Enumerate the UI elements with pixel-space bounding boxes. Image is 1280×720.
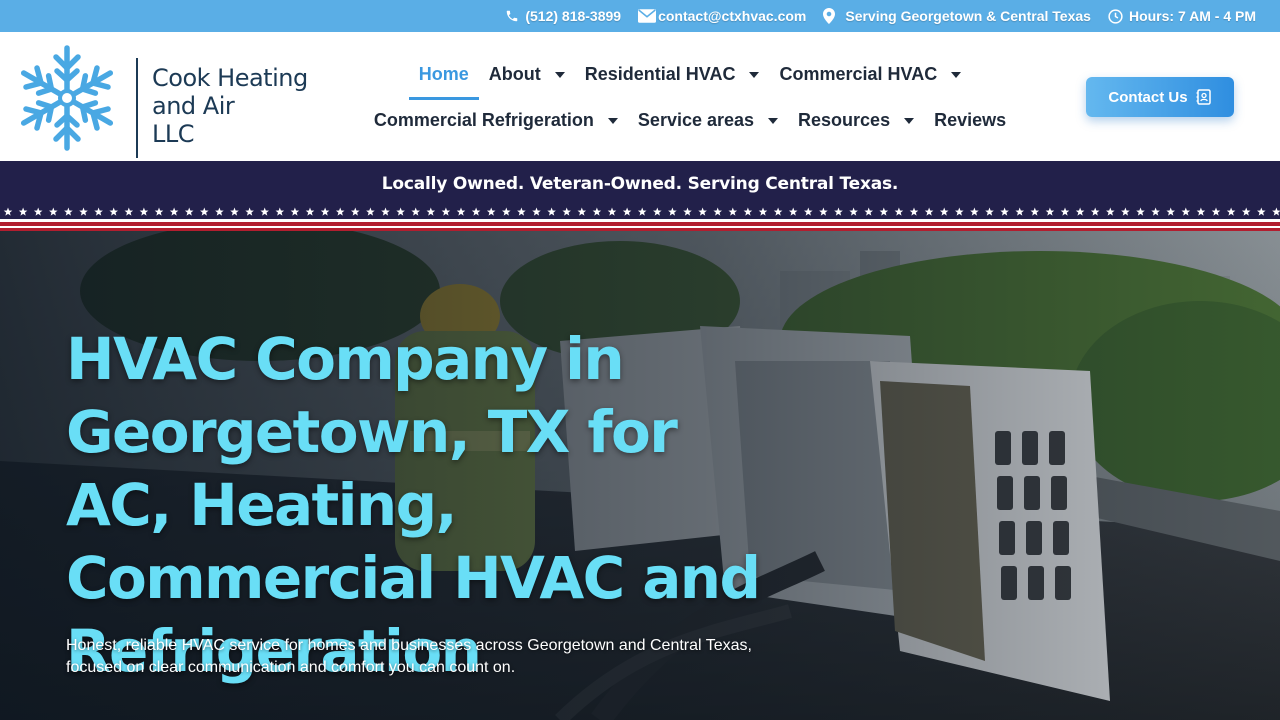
nav-row-2: Commercial Refrigeration Service areas R…	[330, 102, 1050, 139]
main-nav: Home About Residential HVAC Commercial H…	[330, 32, 1050, 161]
nav-item-label: About	[488, 64, 541, 84]
nav-item-commercial-refrigeration[interactable]: Commercial Refrigeration	[364, 102, 628, 139]
chevron-down-icon	[554, 71, 565, 78]
clock-icon	[1108, 8, 1123, 24]
logo-divider	[136, 58, 138, 158]
hours-text: Hours: 7 AM - 4 PM	[1128, 8, 1256, 24]
phone-icon	[507, 10, 518, 22]
banner-text: Locally Owned. Veteran-Owned. Serving Ce…	[381, 174, 899, 194]
nav-item-commercial-hvac[interactable]: Commercial HVAC	[769, 56, 971, 93]
logo-line-2: and Air	[152, 92, 235, 120]
logo-wordmark: Cook Heating and Air LLC	[152, 64, 308, 148]
site-header: Cook Heating and Air LLC Home About Resi…	[0, 32, 1280, 161]
stars-row	[3, 207, 1280, 216]
chevron-down-icon	[951, 71, 962, 78]
nav-row-1: Home About Residential HVAC Commercial H…	[330, 56, 1050, 100]
nav-item-resources[interactable]: Resources	[788, 102, 924, 139]
hours-item: Hours: 7 AM - 4 PM	[1108, 8, 1256, 24]
nav-item-label: Home	[418, 64, 469, 84]
nav-item-label: Commercial Refrigeration	[373, 110, 594, 130]
email-link[interactable]: contact@ctxhvac.com	[638, 8, 806, 24]
hero-subtitle: Honest, reliable HVAC service for homes …	[66, 637, 752, 676]
hero-title: HVAC Company in Georgetown, TX for AC, H…	[66, 325, 761, 685]
chevron-down-icon	[768, 117, 779, 124]
top-info-bar: (512) 818-3899 contact@ctxhvac.com Servi…	[0, 0, 1280, 32]
contact-us-label: Contact Us	[1108, 88, 1188, 106]
chevron-down-icon	[607, 117, 618, 124]
chevron-down-icon	[904, 117, 915, 124]
nav-item-residential-hvac[interactable]: Residential HVAC	[575, 56, 770, 93]
site-logo[interactable]: Cook Heating and Air LLC	[12, 44, 312, 158]
contact-card-icon	[1196, 89, 1211, 105]
logo-line-1: Cook Heating	[152, 64, 308, 92]
nav-item-label: Commercial HVAC	[779, 64, 938, 84]
logo-line-3: LLC	[152, 120, 194, 148]
service-area-item: Serving Georgetown & Central Texas	[823, 8, 1091, 24]
veteran-banner: Locally Owned. Veteran-Owned. Serving Ce…	[0, 161, 1280, 231]
nav-item-label: Resources	[798, 110, 891, 130]
email-address: contact@ctxhvac.com	[658, 8, 807, 24]
nav-item-service-areas[interactable]: Service areas	[628, 102, 788, 139]
nav-item-label: Residential HVAC	[584, 64, 736, 84]
location-pin-icon	[823, 8, 836, 24]
nav-item-label: Reviews	[934, 110, 1007, 130]
flag-stripes	[0, 219, 1280, 231]
service-area-text: Serving Georgetown & Central Texas	[845, 8, 1091, 24]
snowflake-icon	[12, 45, 122, 152]
phone-link[interactable]: (512) 818-3899	[505, 8, 621, 24]
hero-section: HVAC Company in Georgetown, TX for AC, H…	[0, 231, 1280, 720]
contact-us-button[interactable]: Contact Us	[1086, 77, 1234, 117]
nav-item-label: Service areas	[637, 110, 755, 130]
mail-icon	[638, 9, 657, 23]
phone-number: (512) 818-3899	[525, 8, 622, 24]
nav-item-reviews[interactable]: Reviews	[924, 102, 1016, 139]
nav-item-about[interactable]: About	[479, 56, 575, 93]
chevron-down-icon	[749, 71, 760, 78]
nav-item-home[interactable]: Home	[408, 56, 479, 100]
